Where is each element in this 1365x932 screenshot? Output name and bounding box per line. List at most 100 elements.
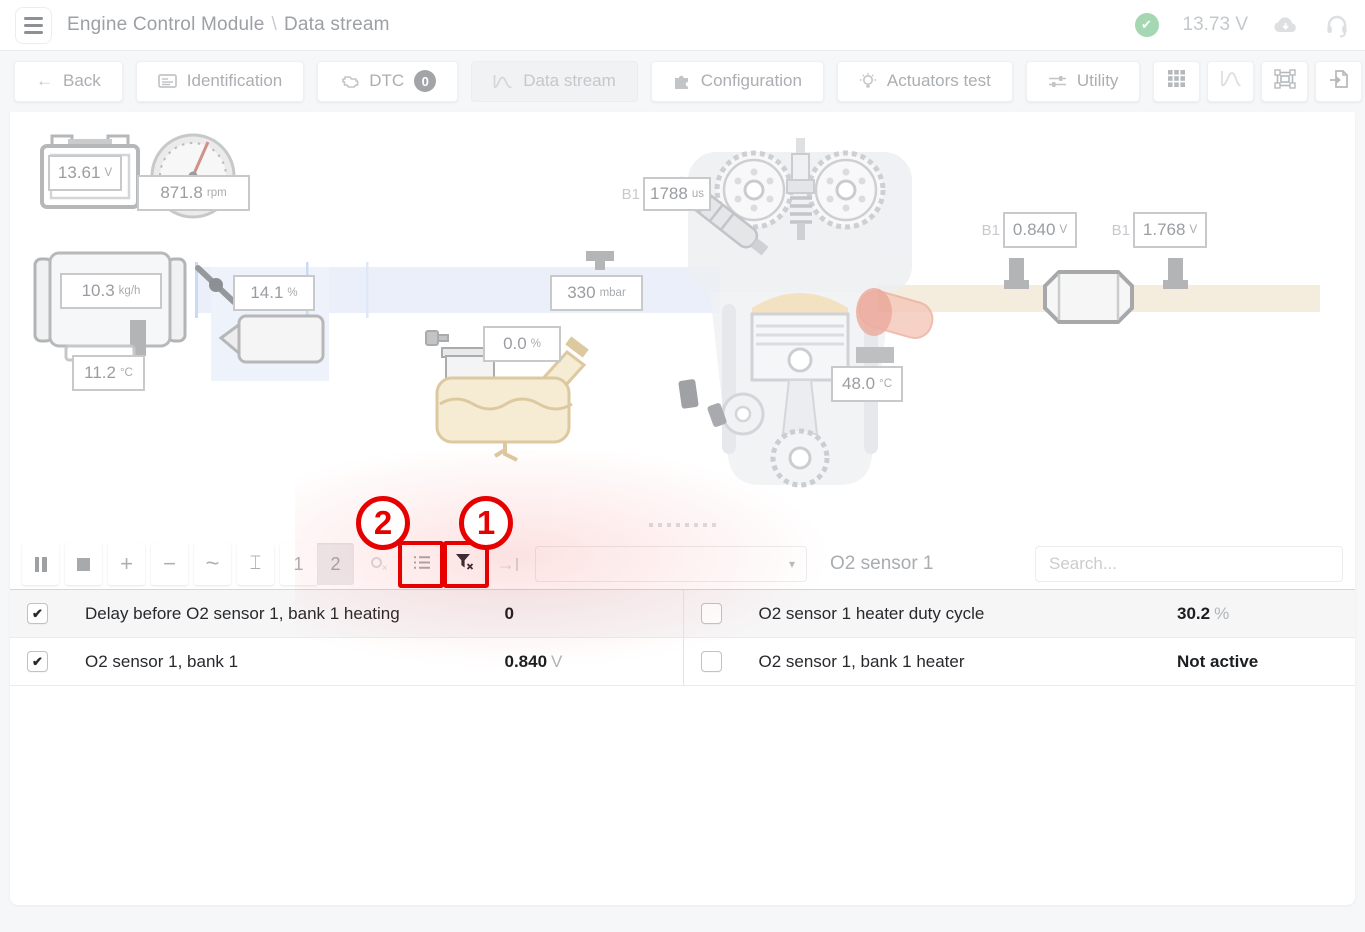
pause-button[interactable] bbox=[22, 543, 59, 585]
text-height-icon: ⌶ bbox=[249, 553, 262, 574]
breadcrumb-separator: \ bbox=[271, 14, 277, 35]
headset-icon[interactable] bbox=[1324, 12, 1350, 38]
battery-voltage-status: 13.73 V bbox=[1182, 14, 1249, 35]
callout-throttle-position: 14.1% bbox=[233, 275, 315, 311]
callout-o2-upstream: B1 0.840 V bbox=[982, 212, 1077, 248]
remove-parameter-button[interactable]: − bbox=[151, 543, 188, 585]
bank-label: B1 bbox=[1111, 221, 1130, 239]
column-count-switch: 1 2 bbox=[280, 543, 354, 585]
parameter-label: O2 sensor 1, bank 1 heater bbox=[758, 651, 965, 671]
back-button[interactable]: ← Back bbox=[14, 60, 123, 102]
tab-data-stream[interactable]: Data stream bbox=[471, 60, 638, 102]
caret-down-icon: ▾ bbox=[788, 557, 795, 571]
dtc-count-badge: 0 bbox=[414, 70, 437, 92]
tab-configuration[interactable]: Configuration bbox=[650, 60, 824, 102]
stop-button[interactable] bbox=[65, 543, 102, 585]
export-file-icon bbox=[1329, 69, 1349, 94]
grid-icon bbox=[1167, 69, 1186, 93]
breadcrumb-page: Data stream bbox=[283, 14, 390, 35]
back-arrow-icon: ← bbox=[36, 71, 53, 90]
bank-label: B1 bbox=[621, 185, 640, 203]
table-column-left: ✔ Delay before O2 sensor 1, bank 1 heati… bbox=[10, 590, 683, 686]
row-checkbox[interactable]: ✔ bbox=[27, 603, 48, 624]
function-tabbar: ← Back Identification DTC 0 Data stream … bbox=[0, 51, 1365, 111]
callout-o2-downstream: B1 1.768 V bbox=[1112, 212, 1207, 248]
breadcrumb: Engine Control Module \ Data stream bbox=[67, 14, 390, 36]
skip-to-end-icon: → bbox=[497, 554, 519, 575]
engine-warning-icon bbox=[339, 73, 359, 89]
plus-icon: + bbox=[120, 551, 133, 576]
parameter-value: 30.2% bbox=[1177, 603, 1230, 623]
list-icon bbox=[413, 554, 431, 575]
selected-group-label: O2 sensor 1 bbox=[830, 553, 934, 574]
row-checkbox[interactable]: ✔ bbox=[27, 651, 48, 672]
graph-mode-button[interactable]: ~ bbox=[194, 543, 231, 585]
add-parameter-button[interactable]: + bbox=[108, 543, 145, 585]
check-icon: ✔ bbox=[32, 606, 43, 621]
id-card-icon bbox=[157, 73, 177, 89]
bulb-icon bbox=[859, 72, 877, 90]
wave-icon: ~ bbox=[205, 550, 220, 577]
clear-search-icon: × bbox=[370, 556, 388, 574]
check-icon: ✔ bbox=[32, 654, 43, 669]
engine-illustration bbox=[33, 133, 1320, 488]
tab-utility[interactable]: Utility bbox=[1025, 60, 1141, 102]
selection-frame-icon bbox=[1274, 68, 1296, 94]
scale-button[interactable]: ⌶ bbox=[237, 543, 274, 585]
two-columns-button[interactable]: 2 bbox=[317, 543, 354, 585]
skip-to-end-button: → bbox=[489, 543, 526, 585]
table-row[interactable]: ✔ O2 sensor 1, bank 1 0.840 V bbox=[10, 638, 683, 686]
parameter-label: O2 sensor 1, bank 1 bbox=[85, 651, 239, 671]
callout-intake-air-temp: 11.2 °C bbox=[72, 355, 145, 391]
connection-ok-icon: ✔ bbox=[1134, 13, 1159, 37]
scheme-view-button[interactable] bbox=[1261, 60, 1309, 102]
app-header: Engine Control Module \ Data stream ✔ 13.7… bbox=[0, 0, 1365, 51]
reset-filter-button[interactable] bbox=[446, 543, 483, 585]
table-row[interactable]: ✔ O2 sensor 1, bank 1 heater Not active bbox=[683, 638, 1355, 686]
parameter-value: 0 bbox=[504, 603, 514, 623]
panel-splitter-handle[interactable] bbox=[10, 512, 1355, 538]
tab-identification[interactable]: Identification bbox=[135, 60, 305, 102]
puzzle-icon bbox=[673, 73, 691, 90]
clear-search-button: × bbox=[360, 543, 397, 585]
stream-toolbar: + − ~ ⌶ 1 2 × → ▾ O2 sensor 1 bbox=[22, 542, 1343, 586]
one-column-button[interactable]: 1 bbox=[280, 543, 317, 585]
parameter-label: O2 sensor 1 heater duty cycle bbox=[758, 603, 985, 623]
parameter-group-select[interactable]: ▾ bbox=[535, 546, 807, 582]
callout-coolant-temp: 48.0 °C bbox=[831, 366, 903, 402]
callout-engine-rpm: 871.8 rpm bbox=[137, 175, 250, 211]
export-button[interactable] bbox=[1315, 60, 1363, 102]
select-list-button[interactable] bbox=[403, 543, 440, 585]
parameter-value: Not active bbox=[1177, 651, 1259, 671]
tab-dtc[interactable]: DTC 0 bbox=[317, 60, 459, 102]
stop-icon bbox=[77, 557, 90, 571]
table-column-right: ✔ O2 sensor 1 heater duty cycle 30.2% ✔ … bbox=[682, 590, 1355, 686]
parameter-label: Delay before O2 sensor 1, bank 1 heating bbox=[85, 603, 400, 623]
menu-button[interactable] bbox=[15, 6, 52, 44]
callout-purge-valve: 0.0% bbox=[483, 326, 561, 362]
callout-injection-time: B1 1788 us bbox=[622, 177, 711, 211]
breadcrumb-module: Engine Control Module bbox=[67, 14, 265, 35]
pause-icon bbox=[34, 556, 47, 572]
callout-manifold-pressure: 330 mbar bbox=[550, 275, 643, 311]
grid-view-button[interactable] bbox=[1153, 60, 1201, 102]
cloud-sync-icon[interactable] bbox=[1272, 15, 1300, 35]
callout-battery-voltage: 13.61 V bbox=[48, 155, 122, 191]
table-row[interactable]: ✔ Delay before O2 sensor 1, bank 1 heati… bbox=[10, 590, 683, 638]
search-input[interactable] bbox=[1035, 546, 1343, 582]
graph-view-button[interactable] bbox=[1207, 60, 1255, 102]
content-card: 13.61 V 871.8 rpm 10.3 kg/h 11.2 °C 14.1% 33… bbox=[10, 112, 1355, 905]
graph-curve-icon bbox=[1220, 70, 1242, 92]
bank-label: B1 bbox=[981, 221, 1000, 239]
table-row[interactable]: ✔ O2 sensor 1 heater duty cycle 30.2% bbox=[683, 590, 1355, 638]
parameter-value: 0.840 V bbox=[504, 651, 563, 671]
row-checkbox[interactable]: ✔ bbox=[700, 651, 722, 672]
tab-actuators-test[interactable]: Actuators test bbox=[836, 60, 1013, 102]
data-stream-table: ✔ Delay before O2 sensor 1, bank 1 heati… bbox=[10, 589, 1355, 686]
row-checkbox[interactable]: ✔ bbox=[700, 603, 722, 624]
sliders-icon bbox=[1048, 74, 1067, 89]
minus-icon: − bbox=[163, 551, 176, 576]
filter-x-icon bbox=[455, 553, 474, 576]
curve-icon bbox=[493, 74, 513, 89]
engine-schematic: 13.61 V 871.8 rpm 10.3 kg/h 11.2 °C 14.1% 33… bbox=[10, 112, 1355, 512]
